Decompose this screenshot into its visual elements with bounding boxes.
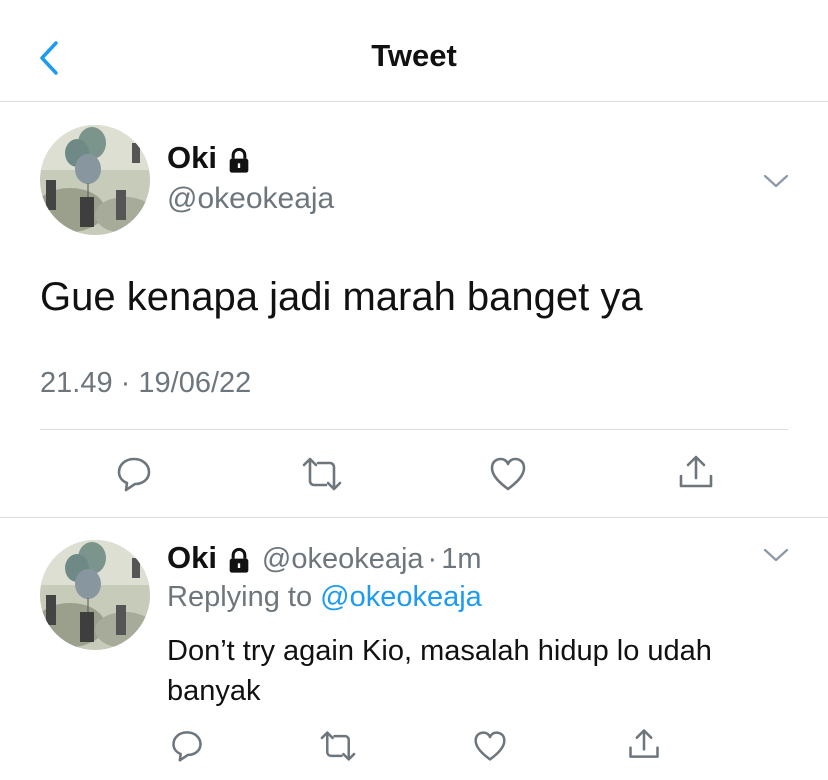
retweet-icon[interactable]: [300, 455, 344, 493]
divider: [0, 517, 828, 518]
avatar[interactable]: [40, 125, 150, 235]
chevron-down-icon[interactable]: [762, 546, 790, 564]
reply-avatar[interactable]: [40, 540, 150, 650]
tweet-author[interactable]: Oki: [167, 140, 253, 176]
reply-text: Don’t try again Kio, masalah hidup lo ud…: [167, 635, 712, 707]
replying-to: Replying to @okeokeaja: [167, 581, 482, 614]
author-name: Oki: [167, 140, 217, 175]
lock-icon: [230, 547, 249, 573]
lock-icon: [230, 147, 249, 173]
reply-separator: ·: [427, 543, 438, 575]
reply-author-name[interactable]: Oki: [167, 540, 217, 575]
avatar-balloons-image: [40, 540, 150, 650]
tweet-date: 19/06/22: [138, 367, 252, 399]
replying-prefix: Replying to: [167, 581, 313, 613]
avatar-balloons-image: [40, 125, 150, 235]
replying-to-link[interactable]: @okeokeaja: [320, 581, 482, 613]
like-icon[interactable]: [472, 729, 508, 763]
reply-icon[interactable]: [114, 453, 154, 493]
like-icon[interactable]: [488, 455, 528, 493]
chevron-down-icon[interactable]: [762, 172, 790, 190]
reply-author-handle[interactable]: @okeokeaja: [262, 543, 424, 575]
tweet-timestamp: 21.49 · 19/06/22: [40, 367, 251, 400]
meta-separator: ·: [120, 367, 131, 399]
retweet-icon[interactable]: [318, 729, 358, 763]
divider: [40, 429, 788, 430]
author-handle[interactable]: @okeokeaja: [167, 182, 334, 216]
tweet-time: 21.49: [40, 367, 113, 399]
reply-age: 1m: [441, 543, 482, 575]
share-icon[interactable]: [676, 452, 716, 492]
reply-icon[interactable]: [169, 727, 205, 763]
page-title: Tweet: [371, 38, 457, 73]
top-bar: Tweet: [0, 0, 828, 102]
tweet-text: Gue kenapa jadi marah banget ya: [40, 275, 643, 319]
reply-header: Oki @okeokeaja · 1m: [167, 540, 482, 576]
share-icon[interactable]: [626, 726, 662, 762]
